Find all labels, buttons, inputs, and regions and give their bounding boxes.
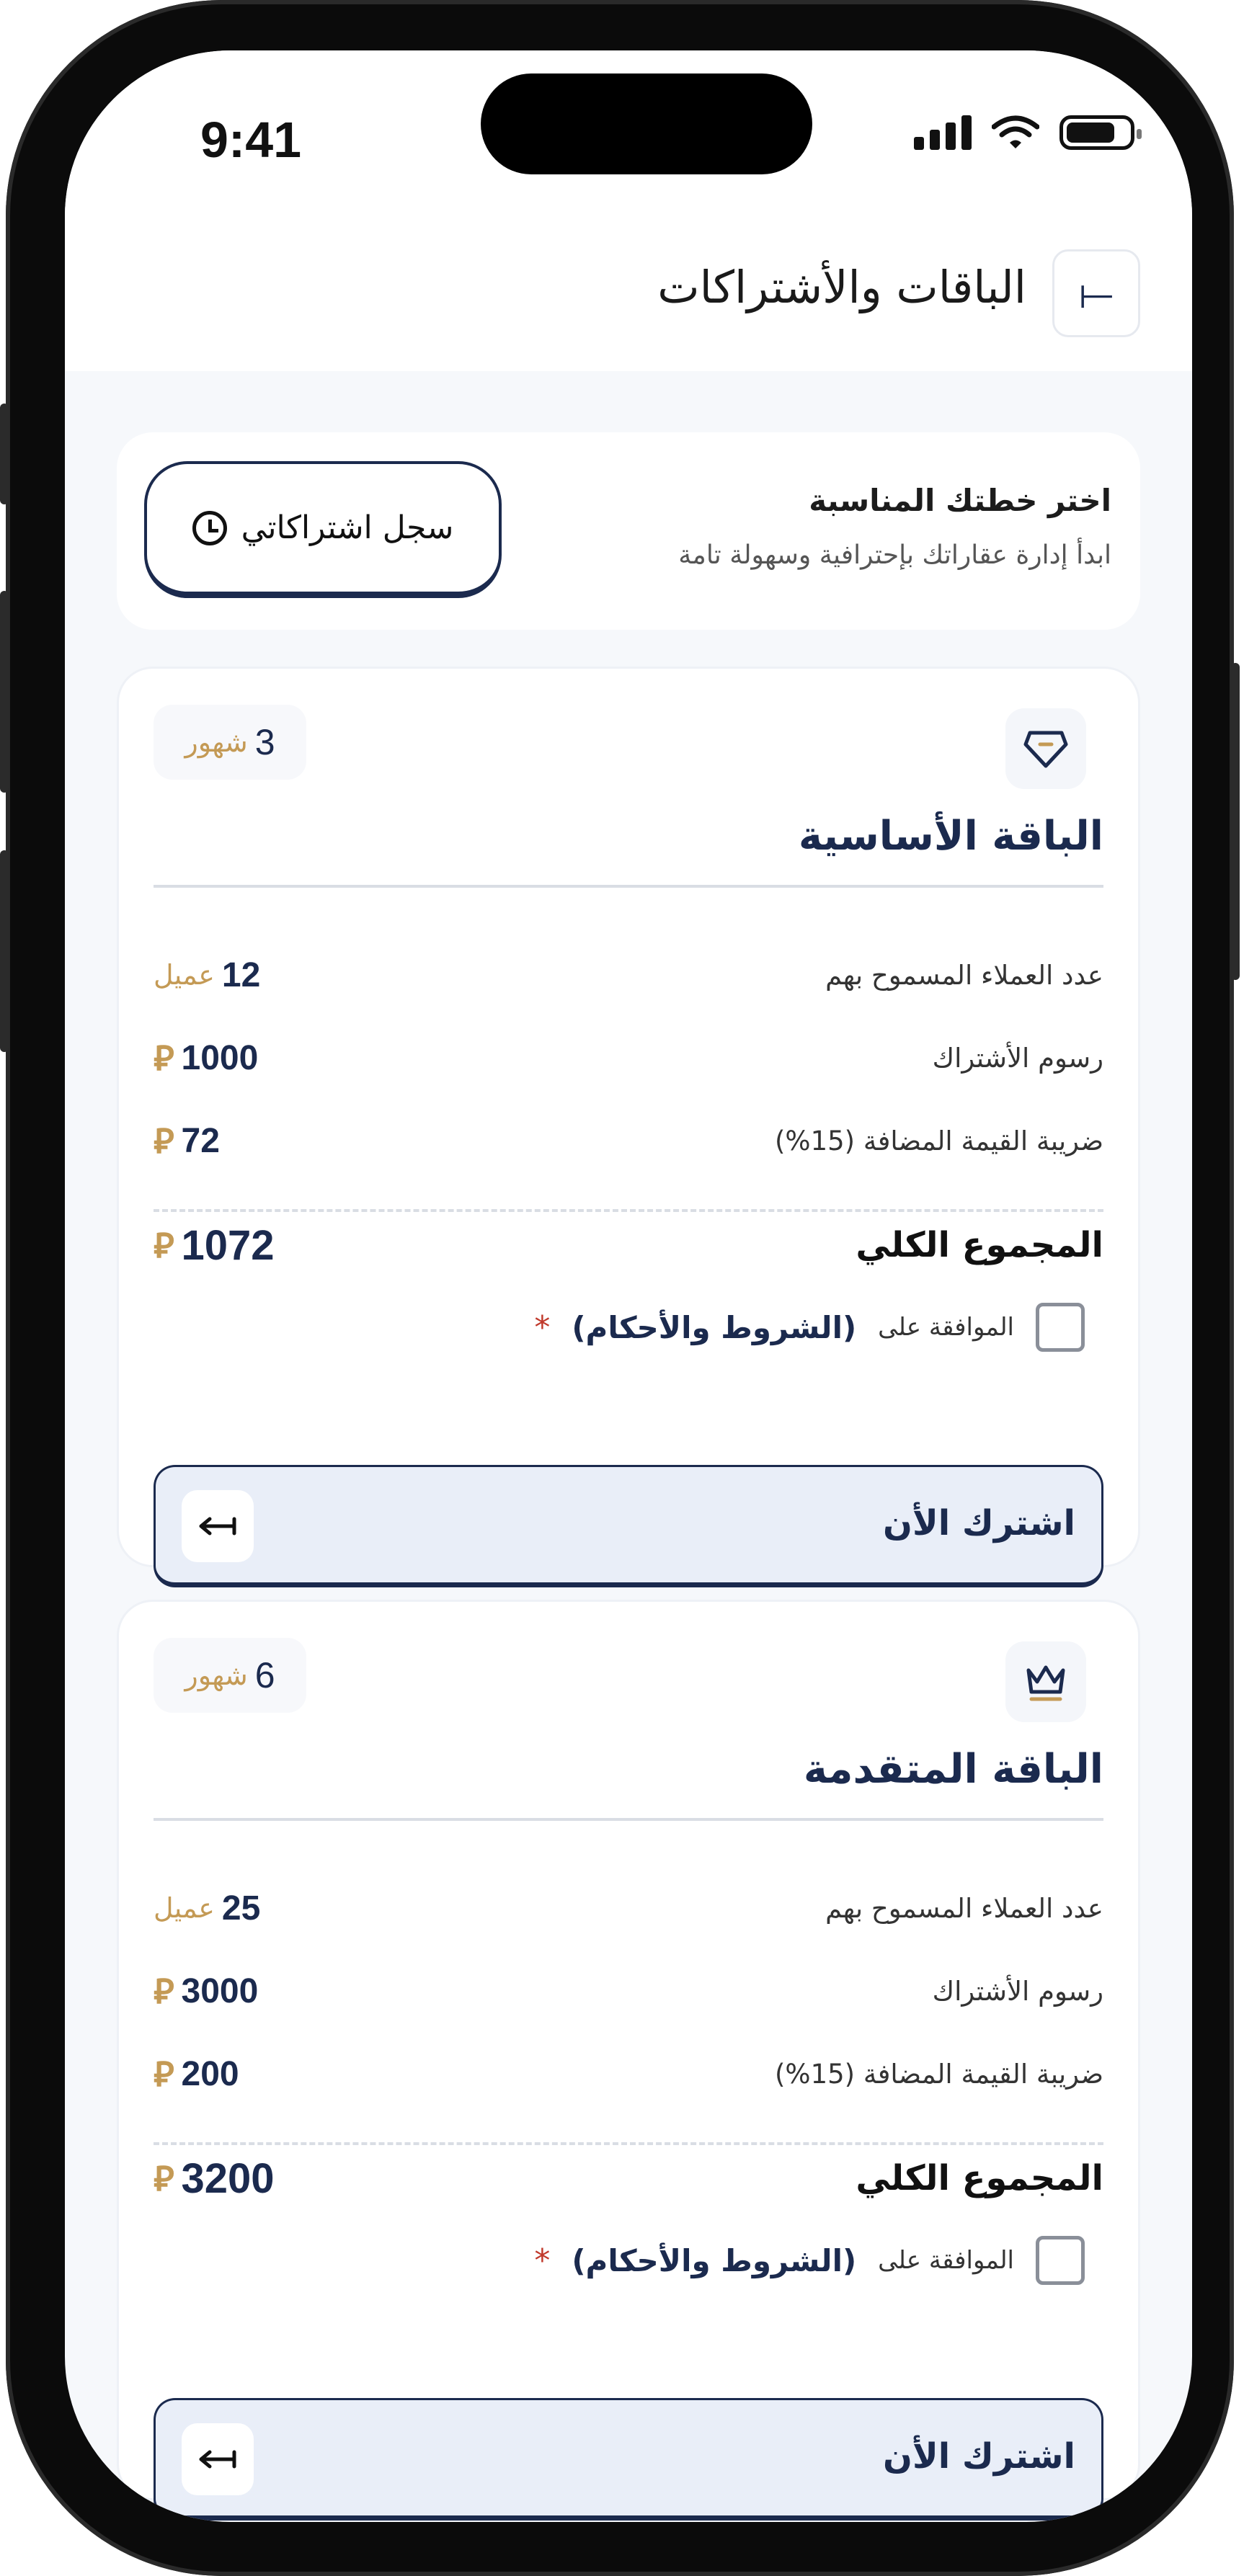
- total-value-group: 1072 ⃁: [154, 1221, 275, 1270]
- fee-row: رسوم الأشتراك 3000 ⃁: [154, 1966, 1103, 2016]
- divider: [154, 885, 1103, 888]
- clients-unit: عميل: [154, 1892, 215, 1924]
- riyal-currency-icon: ⃁: [154, 1123, 174, 1161]
- vat-value-group: 200 ⃁: [154, 2051, 239, 2096]
- total-label: المجموع الكلي: [856, 2158, 1103, 2198]
- arrow-left-icon: [182, 2423, 254, 2495]
- arrow-left-icon: [182, 1490, 254, 1562]
- screen: 9:41 ⟞ الباقات والأشتراكات اختر خطتك الم…: [65, 50, 1192, 2522]
- clients-label: عدد العملاء المسموح بهم: [825, 959, 1103, 991]
- duration-number: 3: [254, 722, 275, 762]
- total-row: المجموع الكلي 3200 ⃁: [154, 2153, 1103, 2203]
- clients-value: 25: [221, 1889, 261, 1927]
- vat-label: ضريبة القيمة المضافة (15%): [774, 1125, 1103, 1156]
- plan-card-advanced: 6 شهور الباقة المتقدمة عدد العملاء المسم…: [117, 1600, 1140, 2521]
- vat-label: ضريبة القيمة المضافة (15%): [774, 2058, 1103, 2090]
- subscribe-button[interactable]: اشترك الأن: [154, 1465, 1103, 1587]
- vat-row: ضريبة القيمة المضافة (15%) 72 ⃁: [154, 1115, 1103, 1166]
- riyal-currency-icon: ⃁: [154, 1227, 174, 1265]
- intro-card: اختر خطتك المناسبة ابدأ إدارة عقاراتك بإ…: [117, 432, 1140, 630]
- status-bar: 9:41: [65, 50, 1192, 195]
- riyal-currency-icon: ⃁: [154, 1040, 174, 1078]
- history-button-label: سجل اشتراكاتي: [241, 509, 454, 546]
- dashed-divider: [154, 2142, 1103, 2145]
- vat-value-group: 72 ⃁: [154, 1118, 220, 1163]
- terms-agreement: الموافقة على (الشروط والأحكام) *: [534, 2236, 1085, 2285]
- subscribe-label: اشترك الأن: [883, 2436, 1075, 2477]
- fee-value: 3000: [181, 1971, 259, 2010]
- fee-label: رسوم الأشتراك: [932, 1042, 1103, 1074]
- plan-duration-badge: 6 شهور: [154, 1638, 306, 1713]
- vat-value: 200: [181, 2054, 239, 2093]
- clients-label: عدد العملاء المسموح بهم: [825, 1892, 1103, 1924]
- required-mark: *: [534, 2242, 551, 2279]
- cellular-signal-icon: [914, 115, 972, 150]
- terms-checkbox[interactable]: [1036, 1303, 1085, 1352]
- clients-row: عدد العملاء المسموح بهم 12 عميل: [154, 950, 1103, 1000]
- riyal-currency-icon: ⃁: [154, 2160, 174, 2198]
- agree-text: الموافقة على: [878, 2246, 1014, 2275]
- plan-card-basic: 3 شهور الباقة الأساسية عدد العملاء المسم…: [117, 667, 1140, 1587]
- status-time: 9:41: [200, 112, 302, 168]
- subscription-history-button[interactable]: سجل اشتراكاتي: [144, 461, 502, 598]
- diamond-icon: [1005, 708, 1086, 789]
- clients-value: 12: [221, 955, 261, 994]
- fee-value-group: 1000 ⃁: [154, 1035, 258, 1080]
- fee-row: رسوم الأشتراك 1000 ⃁: [154, 1033, 1103, 1083]
- duration-unit: شهور: [185, 1659, 248, 1691]
- riyal-currency-icon: ⃁: [154, 2056, 174, 2094]
- total-value: 3200: [181, 2154, 275, 2202]
- required-mark: *: [534, 1309, 551, 1346]
- dashed-divider: [154, 1209, 1103, 1212]
- vat-row: ضريبة القيمة المضافة (15%) 200 ⃁: [154, 2049, 1103, 2099]
- crown-icon: [1005, 1641, 1086, 1722]
- total-value: 1072: [181, 1221, 275, 1269]
- intro-subtitle: ابدأ إدارة عقاراتك بإحترافية وسهولة تامة: [678, 540, 1111, 570]
- clients-value-group: 12 عميل: [154, 955, 260, 995]
- phone-frame: 9:41 ⟞ الباقات والأشتراكات اختر خطتك الم…: [0, 0, 1240, 2576]
- riyal-currency-icon: ⃁: [154, 1973, 174, 2011]
- terms-agreement: الموافقة على (الشروط والأحكام) *: [534, 1303, 1085, 1352]
- side-button-mute: [0, 404, 9, 504]
- page-header: ⟞ الباقات والأشتراكات: [65, 195, 1192, 371]
- total-label: المجموع الكلي: [856, 1225, 1103, 1265]
- wifi-icon: [992, 115, 1039, 148]
- terms-link[interactable]: (الشروط والأحكام): [572, 2243, 856, 2278]
- battery-icon: [1059, 115, 1142, 150]
- status-icons: [914, 115, 1142, 150]
- clients-row: عدد العملاء المسموح بهم 25 عميل: [154, 1883, 1103, 1933]
- page-title: الباقات والأشتراكات: [657, 261, 1026, 313]
- history-clock-icon: [192, 510, 227, 545]
- clients-value-group: 25 عميل: [154, 1889, 260, 1928]
- terms-checkbox[interactable]: [1036, 2236, 1085, 2285]
- plan-name: الباقة المتقدمة: [803, 1746, 1103, 1793]
- duration-number: 6: [254, 1655, 275, 1695]
- fee-value: 1000: [181, 1038, 259, 1077]
- total-row: المجموع الكلي 1072 ⃁: [154, 1220, 1103, 1270]
- subscribe-button[interactable]: اشترك الأن: [154, 2398, 1103, 2521]
- side-button-volume-down: [0, 850, 9, 1052]
- dynamic-island: [481, 73, 812, 174]
- divider: [154, 1818, 1103, 1821]
- side-button-volume-up: [0, 591, 9, 793]
- subscribe-label: اشترك الأن: [883, 1503, 1075, 1543]
- side-button-power: [1231, 663, 1240, 980]
- fee-value-group: 3000 ⃁: [154, 1969, 258, 2013]
- fee-label: رسوم الأشتراك: [932, 1975, 1103, 2007]
- total-value-group: 3200 ⃁: [154, 2154, 275, 2203]
- plan-name: الباقة الأساسية: [798, 813, 1103, 860]
- back-button[interactable]: ⟞: [1052, 249, 1140, 337]
- vat-value: 72: [181, 1121, 220, 1160]
- terms-link[interactable]: (الشروط والأحكام): [572, 1310, 856, 1345]
- plan-duration-badge: 3 شهور: [154, 705, 306, 780]
- intro-title: اختر خطتك المناسبة: [809, 483, 1111, 518]
- agree-text: الموافقة على: [878, 1313, 1014, 1342]
- clients-unit: عميل: [154, 959, 215, 991]
- back-arrow-icon: ⟞: [1078, 268, 1114, 318]
- duration-unit: شهور: [185, 726, 248, 758]
